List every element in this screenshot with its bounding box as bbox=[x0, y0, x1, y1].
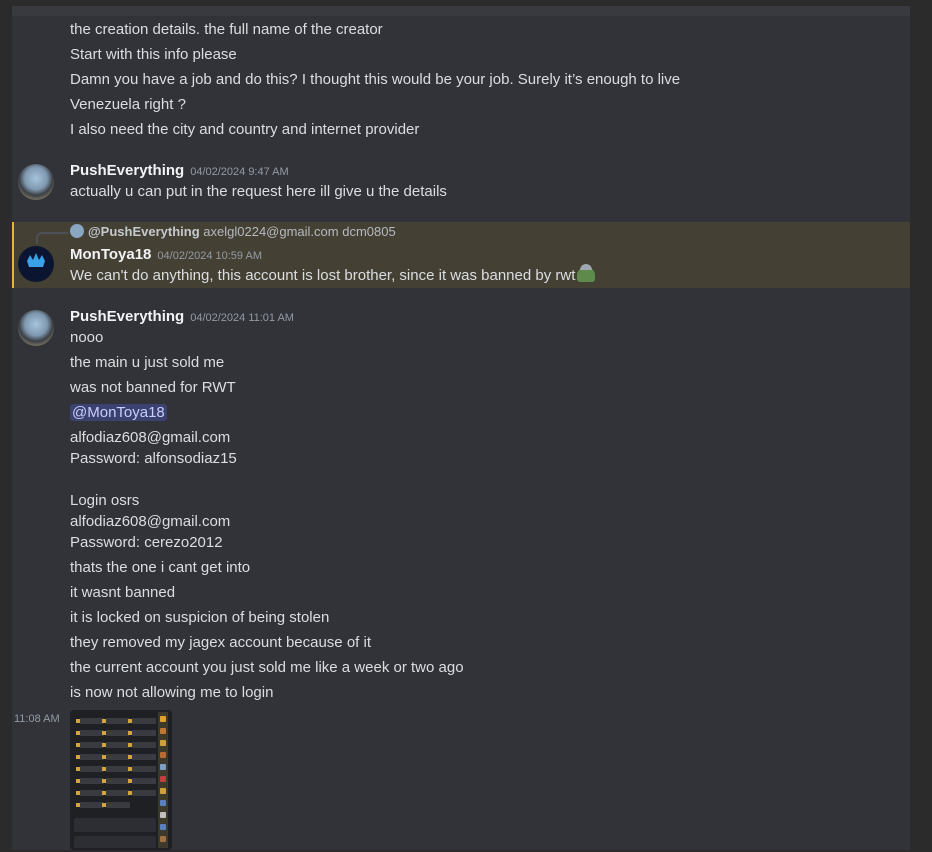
message-line: alfodiaz608@gmail.com bbox=[70, 429, 231, 446]
tool-icon bbox=[160, 836, 166, 842]
message-line: is now not allowing me to login bbox=[70, 684, 274, 701]
message-line: Damn you have a job and do this? I thoug… bbox=[70, 71, 681, 88]
message-line: alfodiaz608@gmail.com bbox=[70, 513, 231, 530]
skill-entry bbox=[102, 802, 130, 808]
skill-entry bbox=[102, 766, 130, 772]
user-avatar[interactable] bbox=[18, 310, 54, 346]
message-line: it wasnt banned bbox=[70, 584, 176, 601]
timestamp: 04/02/2024 10:59 AM bbox=[157, 250, 262, 262]
skill-entry bbox=[128, 766, 156, 772]
message-line: the current account you just sold me lik… bbox=[70, 659, 464, 676]
side-toolbar bbox=[158, 712, 168, 848]
message-line: actually u can put in the request here i… bbox=[70, 183, 447, 200]
tool-icon bbox=[160, 716, 166, 722]
combat-level-bar bbox=[74, 836, 156, 848]
author-name[interactable]: PushEverything bbox=[70, 162, 184, 179]
message-header: PushEverything 04/02/2024 9:47 AM bbox=[70, 162, 289, 179]
skill-entry bbox=[102, 754, 130, 760]
reply-avatar bbox=[70, 224, 84, 238]
message-text: We can't do anything, this account is lo… bbox=[70, 267, 576, 284]
skill-entry bbox=[76, 718, 104, 724]
message-line: thats the one i cant get into bbox=[70, 559, 251, 576]
tool-icon bbox=[160, 752, 166, 758]
tool-icon bbox=[160, 764, 166, 770]
skill-entry bbox=[102, 730, 130, 736]
tool-icon bbox=[160, 812, 166, 818]
skill-entry bbox=[102, 742, 130, 748]
message-line: Start with this info please bbox=[70, 46, 237, 63]
skill-entry bbox=[76, 730, 104, 736]
reply-preview[interactable]: @PushEverything axelgl0224@gmail.com dcm… bbox=[70, 224, 396, 239]
user-avatar[interactable] bbox=[18, 164, 54, 200]
image-attachment[interactable] bbox=[70, 710, 172, 850]
skill-entry bbox=[76, 802, 104, 808]
skill-entry bbox=[102, 718, 130, 724]
tool-icon bbox=[160, 776, 166, 782]
message-line: the creation details. the full name of t… bbox=[70, 21, 383, 38]
user-mention[interactable]: @MonToya18 bbox=[70, 404, 167, 421]
message-line: Password: alfonsodiaz15 bbox=[70, 450, 237, 467]
author-name[interactable]: PushEverything bbox=[70, 308, 184, 325]
skill-entry bbox=[76, 754, 104, 760]
message-line: @MonToya18 bbox=[70, 403, 167, 423]
tool-icon bbox=[160, 788, 166, 794]
skill-entry bbox=[102, 790, 130, 796]
reply-text: axelgl0224@gmail.com dcm0805 bbox=[203, 224, 396, 239]
user-avatar[interactable] bbox=[18, 246, 54, 282]
message-line: We can't do anything, this account is lo… bbox=[70, 264, 596, 286]
tool-icon bbox=[160, 740, 166, 746]
skill-entry bbox=[128, 790, 156, 796]
skill-entry bbox=[128, 730, 156, 736]
skill-entry bbox=[128, 742, 156, 748]
message-line: they removed my jagex account because of… bbox=[70, 634, 371, 651]
author-name[interactable]: MonToya18 bbox=[70, 246, 151, 263]
reply-author[interactable]: @PushEverything bbox=[88, 224, 200, 239]
tool-icon bbox=[160, 728, 166, 734]
total-level-bar bbox=[74, 818, 156, 832]
skill-entry bbox=[128, 754, 156, 760]
skill-entry bbox=[76, 766, 104, 772]
skill-entry bbox=[128, 718, 156, 724]
timestamp: 11:08 AM bbox=[14, 713, 60, 725]
crown-logo-icon bbox=[25, 253, 47, 275]
message-line: I also need the city and country and int… bbox=[70, 121, 420, 138]
message-line: Login osrs bbox=[70, 492, 140, 509]
message-line: nooo bbox=[70, 329, 104, 346]
timestamp: 04/02/2024 11:01 AM bbox=[190, 312, 294, 324]
message-line: Password: cerezo2012 bbox=[70, 534, 223, 551]
skill-entry bbox=[76, 790, 104, 796]
skill-entry bbox=[76, 742, 104, 748]
reply-connector bbox=[36, 232, 68, 244]
chat-panel: the creation details. the full name of t… bbox=[12, 6, 910, 850]
message-header: PushEverything 04/02/2024 11:01 AM bbox=[70, 308, 294, 325]
message-line: the main u just sold me bbox=[70, 354, 225, 371]
skill-entry bbox=[128, 778, 156, 784]
pepe-emoji-icon bbox=[577, 264, 596, 282]
tool-icon bbox=[160, 800, 166, 806]
timestamp: 04/02/2024 9:47 AM bbox=[190, 166, 289, 178]
message-header: MonToya18 04/02/2024 10:59 AM bbox=[70, 246, 262, 263]
message-line: Venezuela right ? bbox=[70, 96, 186, 113]
skill-entry bbox=[102, 778, 130, 784]
cut-off-message-line bbox=[12, 6, 910, 16]
skill-entry bbox=[76, 778, 104, 784]
message-line: was not banned for RWT bbox=[70, 379, 236, 396]
message-line: it is locked on suspicion of being stole… bbox=[70, 609, 330, 626]
tool-icon bbox=[160, 824, 166, 830]
